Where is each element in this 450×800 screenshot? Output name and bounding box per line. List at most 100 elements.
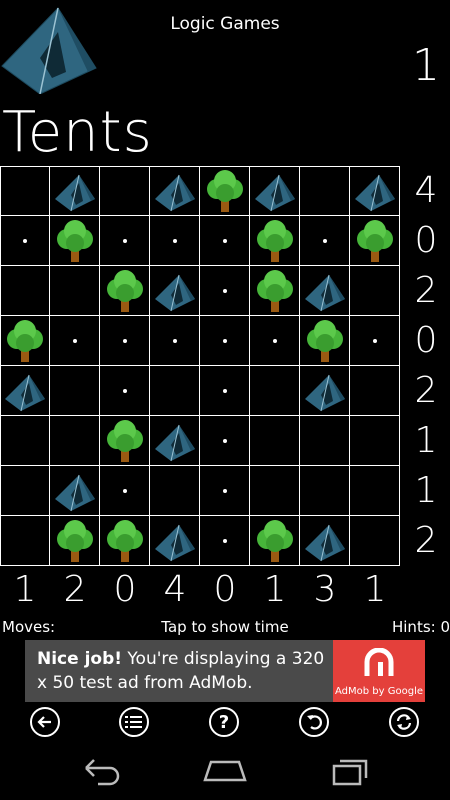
board-cell[interactable]	[250, 266, 300, 316]
help-button[interactable]: ?	[209, 707, 239, 737]
board-cell[interactable]	[50, 166, 100, 216]
question-icon: ?	[218, 711, 230, 733]
list-icon	[125, 716, 142, 728]
board-cell[interactable]	[150, 216, 200, 266]
board-cell[interactable]	[100, 266, 150, 316]
board-cell[interactable]	[350, 366, 400, 416]
grass-dot	[373, 339, 377, 343]
grass-dot	[223, 389, 227, 393]
board-cell[interactable]	[200, 416, 250, 466]
board-cell[interactable]	[0, 216, 50, 266]
board-cell[interactable]	[200, 466, 250, 516]
board-cell[interactable]	[300, 466, 350, 516]
board-cell[interactable]	[300, 516, 350, 566]
board-cell[interactable]	[300, 416, 350, 466]
tent-icon	[155, 274, 195, 312]
board-cell[interactable]	[250, 216, 300, 266]
page-title: Tents	[2, 100, 153, 165]
board-cell[interactable]	[50, 366, 100, 416]
board-cell[interactable]	[0, 266, 50, 316]
grass-dot	[323, 239, 327, 243]
board-cell[interactable]	[300, 266, 350, 316]
board-cell[interactable]	[200, 516, 250, 566]
board-cell[interactable]	[350, 316, 400, 366]
board-cell[interactable]	[200, 266, 250, 316]
board-cell[interactable]	[350, 466, 400, 516]
board-cell[interactable]	[200, 166, 250, 216]
grass-dot	[223, 489, 227, 493]
board-cell[interactable]	[100, 466, 150, 516]
board-cell[interactable]	[350, 166, 400, 216]
column-clue: 2	[63, 569, 87, 610]
board-cell[interactable]	[350, 216, 400, 266]
ad-headline: Nice job!	[37, 649, 123, 669]
board-cell[interactable]	[350, 516, 400, 566]
column-clue: 4	[163, 569, 187, 610]
row-clue: 4	[414, 170, 438, 211]
undo-button[interactable]	[299, 707, 329, 737]
board-cell[interactable]	[100, 316, 150, 366]
board-cell[interactable]	[250, 166, 300, 216]
board-cell[interactable]	[200, 216, 250, 266]
app-title: Logic Games	[170, 14, 280, 34]
board-cell[interactable]	[100, 366, 150, 416]
back-button[interactable]	[30, 707, 60, 737]
board-cell[interactable]	[200, 316, 250, 366]
board-cell[interactable]	[150, 416, 200, 466]
board-cell[interactable]	[0, 316, 50, 366]
board-cell[interactable]	[100, 516, 150, 566]
board-cell[interactable]	[100, 416, 150, 466]
board-cell[interactable]	[150, 166, 200, 216]
tent-icon	[355, 174, 395, 212]
tent-icon	[305, 374, 345, 412]
tree-icon	[7, 320, 43, 362]
board-cell[interactable]	[50, 316, 100, 366]
nav-recents-icon[interactable]	[326, 756, 374, 786]
admob-icon	[364, 648, 394, 676]
row-clue: 0	[414, 320, 438, 361]
board-cell[interactable]	[0, 366, 50, 416]
ad-banner[interactable]: Nice job! You're displaying a 320 x 50 t…	[25, 640, 425, 702]
restart-button[interactable]	[389, 707, 419, 737]
board-cell[interactable]	[250, 466, 300, 516]
board-cell[interactable]	[50, 216, 100, 266]
tree-icon	[57, 520, 93, 562]
board-cell[interactable]	[350, 416, 400, 466]
board-cell[interactable]	[150, 516, 200, 566]
board-cell[interactable]	[300, 166, 350, 216]
board-cell[interactable]	[50, 416, 100, 466]
board-cell[interactable]	[350, 266, 400, 316]
nav-home-icon[interactable]	[201, 756, 249, 786]
board-cell[interactable]	[250, 516, 300, 566]
tent-icon	[305, 274, 345, 312]
board-cell[interactable]	[0, 466, 50, 516]
board-cell[interactable]	[150, 366, 200, 416]
board-cell[interactable]	[100, 166, 150, 216]
board-cell[interactable]	[250, 366, 300, 416]
board-cell[interactable]	[150, 466, 200, 516]
grass-dot	[223, 239, 227, 243]
tree-icon	[207, 170, 243, 212]
board-cell[interactable]	[100, 216, 150, 266]
board-cell[interactable]	[250, 316, 300, 366]
tree-icon	[357, 220, 393, 262]
board-cell[interactable]	[0, 516, 50, 566]
nav-back-icon[interactable]	[76, 756, 124, 786]
board-cell[interactable]	[0, 416, 50, 466]
tent-icon	[5, 374, 45, 412]
board-cell[interactable]	[300, 366, 350, 416]
board-cell[interactable]	[300, 316, 350, 366]
timer-toggle[interactable]: Tap to show time	[0, 618, 450, 636]
board-cell[interactable]	[150, 266, 200, 316]
board-cell[interactable]	[200, 366, 250, 416]
tent-icon	[155, 524, 195, 562]
board-cell[interactable]	[150, 316, 200, 366]
board-cell[interactable]	[50, 266, 100, 316]
board-cell[interactable]	[300, 216, 350, 266]
grass-dot	[273, 339, 277, 343]
menu-button[interactable]	[119, 707, 149, 737]
board-cell[interactable]	[50, 516, 100, 566]
board-cell[interactable]	[50, 466, 100, 516]
board-cell[interactable]	[250, 416, 300, 466]
board-cell[interactable]	[0, 166, 50, 216]
